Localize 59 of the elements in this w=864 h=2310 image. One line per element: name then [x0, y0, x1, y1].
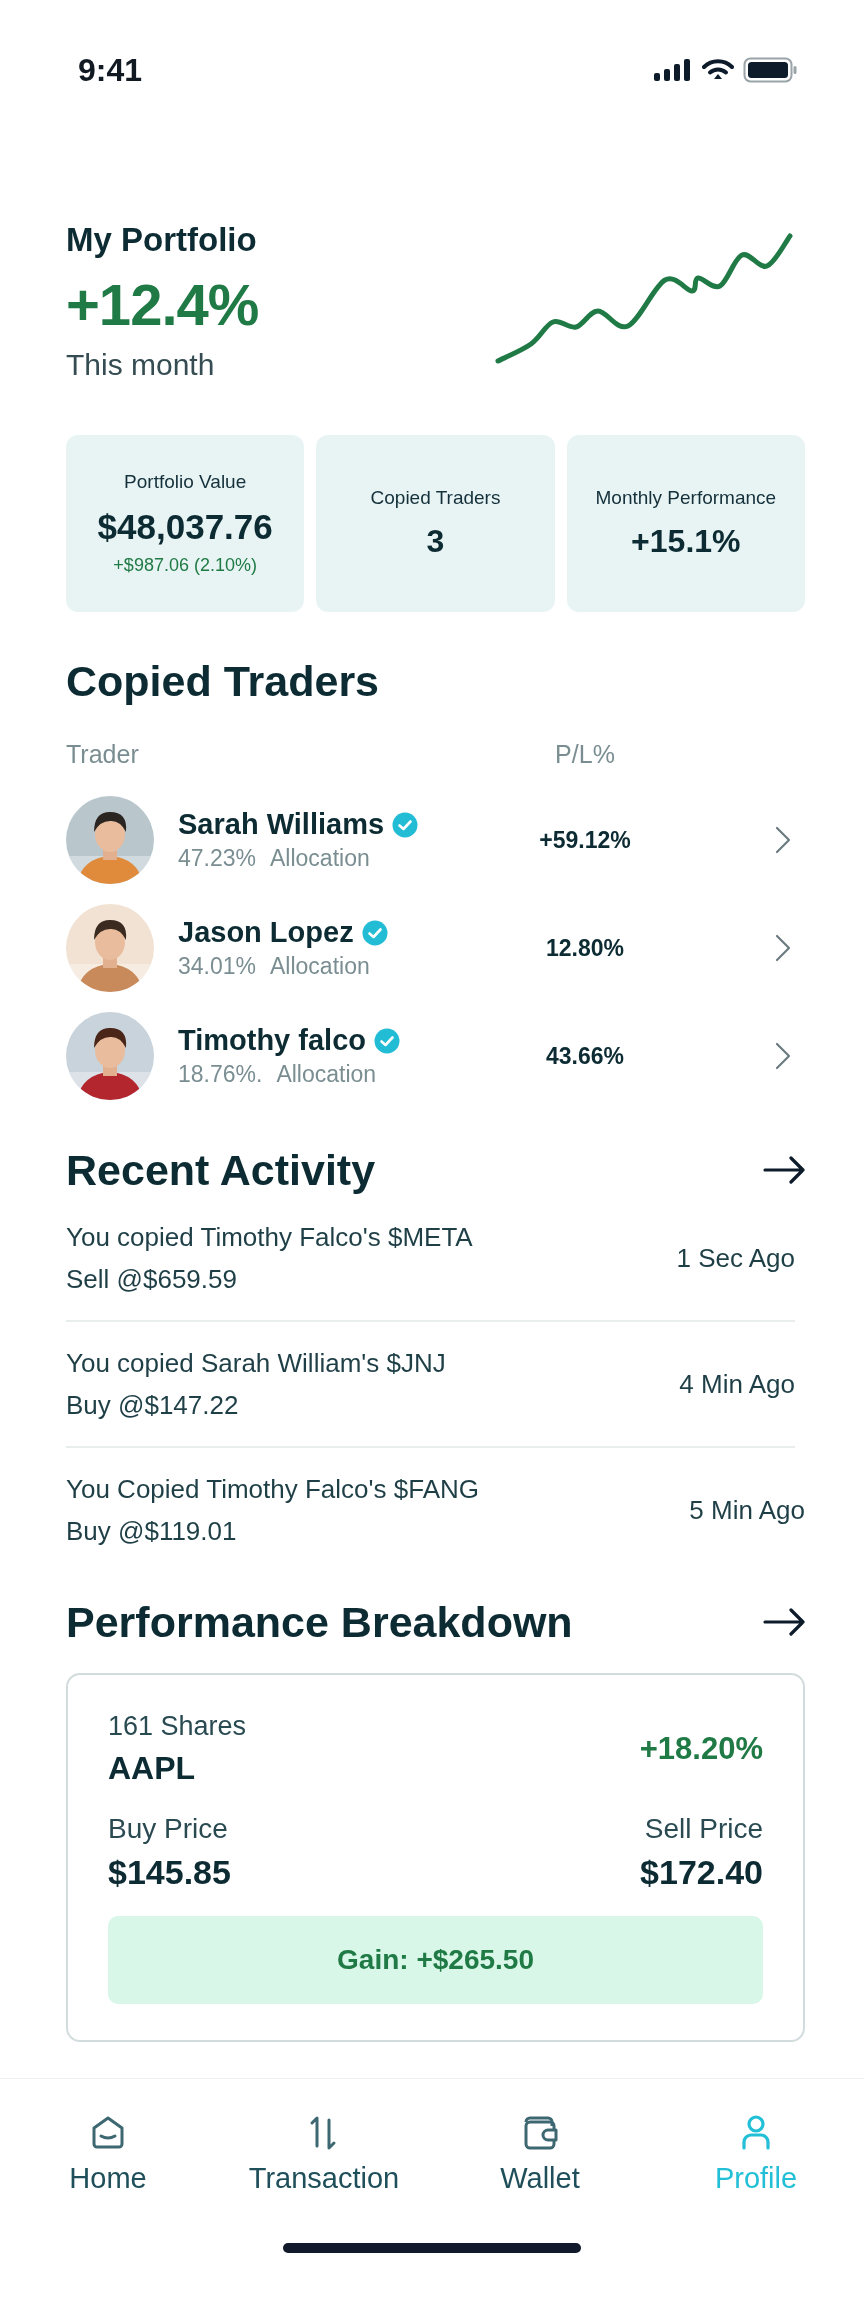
activity-detail: Sell @$659.59 — [66, 1263, 238, 1296]
battery-icon — [743, 57, 797, 83]
activity-detail: Buy @$119.01 — [66, 1515, 238, 1548]
activity-text: You copied Timothy Falco's $META — [66, 1221, 473, 1254]
allocation-value: 34.01% — [178, 953, 256, 980]
activity-time: 1 Sec Ago — [676, 1242, 795, 1274]
stat-change: +$987.06 (2.10%) — [113, 555, 257, 576]
stat-value: +15.1% — [631, 523, 741, 560]
performance-change: +18.20% — [639, 1731, 763, 1767]
section-title: Performance Breakdown — [66, 1597, 573, 1648]
trader-name: Timothy falco — [178, 1024, 366, 1057]
trader-name: Jason Lopez — [178, 916, 354, 949]
nav-tab[interactable]: Transaction — [248, 2112, 400, 2195]
profit-loss: 12.80% — [545, 934, 625, 962]
nav-tab[interactable]: Home — [69, 2112, 147, 2195]
stat-value: 3 — [426, 523, 445, 560]
column-header: P/L% — [554, 739, 616, 770]
chevron-right-icon — [775, 934, 791, 962]
trader-row[interactable]: Sarah Williams 47.23% Allocation +59.12% — [66, 786, 805, 894]
price-value: $145.85 — [108, 1853, 231, 1892]
chevron-right-icon — [775, 826, 791, 854]
profit-loss: +59.12% — [538, 826, 632, 854]
signal-icon — [653, 58, 693, 82]
allocation-label: Allocation — [270, 845, 370, 872]
trader-row[interactable]: Jason Lopez 34.01% Allocation 12.80% — [66, 894, 805, 1002]
period-label: This month — [66, 347, 216, 383]
allocation-label: Allocation — [276, 1061, 377, 1088]
arrow-right-icon[interactable] — [763, 1607, 805, 1637]
activity-time: 5 Min Ago — [689, 1494, 805, 1526]
share-count: 161 Shares — [108, 1711, 247, 1742]
arrow-right-icon[interactable] — [763, 1155, 805, 1185]
section-title: Copied Traders — [66, 656, 381, 707]
ticker-symbol: AAPL — [108, 1750, 197, 1787]
trader-row[interactable]: Timothy falco 18.76%. Allocation 43.66% — [66, 1002, 805, 1110]
chevron-right-icon — [775, 1042, 791, 1070]
column-header: Trader — [66, 739, 140, 770]
portfolio-title: My Portfolio — [66, 220, 258, 260]
activity-text: You Copied Timothy Falco's $FANG — [66, 1473, 479, 1506]
allocation-label: Allocation — [270, 953, 370, 980]
profit-loss: 43.66% — [545, 1042, 625, 1070]
section-title: Recent Activity — [66, 1145, 376, 1196]
price-label: Buy Price — [108, 1813, 229, 1845]
gain-banner: Gain: +$265.50 — [108, 1916, 763, 2004]
status-time: 9:41 — [78, 51, 143, 89]
portfolio-change: +12.4% — [66, 271, 259, 339]
stat-value: $48,037.76 — [97, 507, 273, 547]
stat-label: Copied Traders — [370, 487, 501, 509]
wifi-icon — [702, 58, 734, 82]
price-value: $172.40 — [640, 1853, 763, 1892]
allocation-value: 18.76%. — [178, 1061, 263, 1088]
stat-label: Portfolio Value — [124, 471, 247, 493]
price-label: Sell Price — [644, 1813, 763, 1845]
activity-detail: Buy @$147.22 — [66, 1389, 240, 1422]
nav-tab[interactable]: Wallet — [500, 2112, 580, 2195]
trader-name: Sarah Williams — [178, 808, 385, 841]
activity-text: You copied Sarah William's $JNJ — [66, 1347, 446, 1380]
activity-time: 4 Min Ago — [679, 1368, 795, 1400]
stat-label: Monthly Performance — [595, 487, 777, 509]
allocation-value: 47.23% — [178, 845, 256, 872]
